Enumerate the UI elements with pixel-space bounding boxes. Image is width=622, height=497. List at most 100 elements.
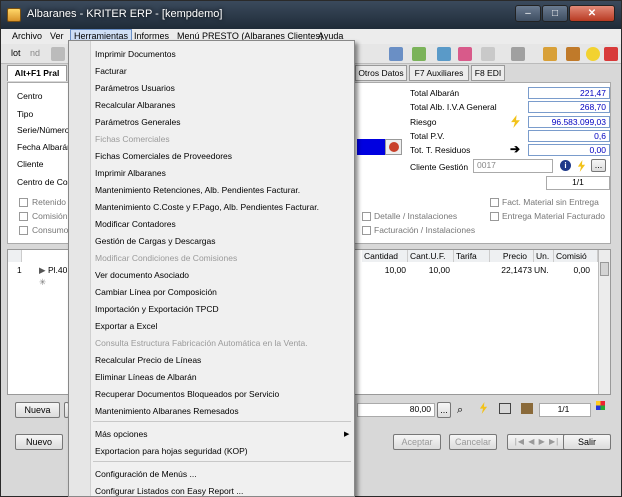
- nueva-button[interactable]: Nueva: [15, 402, 60, 418]
- menu-item-mant-retenciones[interactable]: Mantenimiento Retenciones, Alb. Pendient…: [95, 185, 300, 195]
- tabs-right: Otros Datos F7 Auxiliares F8 EDI: [355, 65, 505, 82]
- menu-item-recalcular-precio[interactable]: Recalcular Precio de Líneas: [95, 355, 201, 365]
- lightning-icon[interactable]: [577, 160, 586, 172]
- checkbox-detalle[interactable]: [362, 212, 371, 221]
- grid-header-un[interactable]: Un.: [534, 250, 554, 262]
- tab-auxiliares[interactable]: F7 Auxiliares: [409, 65, 469, 81]
- barcode-icon[interactable]: [499, 403, 511, 414]
- cell-precio[interactable]: 22,1473: [492, 265, 532, 275]
- new-row-marker[interactable]: ✳: [39, 277, 46, 288]
- menu-item-albaranes-remesados[interactable]: Mantenimiento Albaranes Remesados: [95, 406, 239, 416]
- info-circle-icon[interactable]: i: [560, 160, 571, 171]
- chain-icon[interactable]: [566, 47, 580, 61]
- value-total-pv: 0,6: [528, 130, 610, 142]
- menu-item-recalcular-albaranes[interactable]: Recalcular Albaranes: [95, 100, 175, 110]
- arrow-right-icon[interactable]: ➔: [510, 142, 520, 156]
- menu-item-fichas-proveedores[interactable]: Fichas Comerciales de Proveedores: [95, 151, 232, 161]
- checkbox-entrega-material[interactable]: [490, 212, 499, 221]
- scissors-icon[interactable]: [511, 47, 525, 61]
- tab-principal[interactable]: Alt+F1 Pral: [7, 65, 67, 81]
- windows-flag-icon[interactable]: [596, 401, 605, 410]
- cell-un[interactable]: UN.: [534, 265, 549, 275]
- grid-header-tarifa[interactable]: Tarifa: [454, 250, 490, 262]
- disk-icon[interactable]: [389, 47, 403, 61]
- label-riesgo: Riesgo: [410, 117, 437, 127]
- cancelar-button[interactable]: Cancelar: [449, 434, 497, 450]
- grid-vertical-scrollbar[interactable]: [598, 250, 610, 394]
- cell-cant-uf[interactable]: 10,00: [420, 265, 450, 275]
- label-centro: Centro: [17, 91, 43, 101]
- menu-item-eliminar-lineas[interactable]: Eliminar Líneas de Albarán: [95, 372, 197, 382]
- grid-header-cantidad[interactable]: Cantidad: [362, 250, 408, 262]
- nd-label[interactable]: nd: [30, 48, 40, 58]
- binoculars-icon[interactable]: ⌕: [457, 404, 463, 417]
- tab-otros-datos[interactable]: Otros Datos: [355, 65, 407, 81]
- checkbox-fact-material[interactable]: [490, 198, 499, 207]
- image-icon[interactable]: [458, 47, 472, 61]
- checkbox-facturacion[interactable]: [362, 226, 371, 235]
- client-selected-highlight: [357, 139, 385, 155]
- menu-item-modificar-contadores[interactable]: Modificar Contadores: [95, 219, 176, 229]
- menu-item-mant-ccoste[interactable]: Mantenimiento C.Coste y F.Pago, Alb. Pen…: [95, 202, 319, 212]
- client-lookup-button[interactable]: [385, 139, 402, 155]
- scrollbar-thumb[interactable]: [600, 262, 609, 276]
- label-serie: Serie/Número: [17, 125, 70, 135]
- menu-item-recuperar-bloqueados[interactable]: Recuperar Documentos Bloqueados por Serv…: [95, 389, 279, 399]
- menu-ver[interactable]: Ver: [47, 30, 67, 42]
- menu-item-parametros-generales[interactable]: Parámetros Generales: [95, 117, 181, 127]
- label-fecha: Fecha Albarán: [17, 142, 72, 152]
- pallet-icon[interactable]: [521, 403, 533, 414]
- input-cliente-gestion[interactable]: 0017: [473, 159, 553, 173]
- menu-item-parametros-usuarios[interactable]: Parámetros Usuarios: [95, 83, 175, 93]
- menu-archivo[interactable]: Archivo: [9, 30, 45, 42]
- menu-item-cambiar-linea[interactable]: Cambiar Línea por Composición: [95, 287, 217, 297]
- checkbox-comision[interactable]: [19, 212, 28, 221]
- menu-item-configuracion-menus[interactable]: Configuración de Menús ...: [95, 469, 197, 479]
- maximize-button[interactable]: □: [542, 5, 568, 22]
- menu-item-importacion-tpcd[interactable]: Importación y Exportación TPCD: [95, 304, 219, 314]
- menu-item-gestion-cargas[interactable]: Gestión de Cargas y Descargas: [95, 236, 215, 246]
- label-retenido: Retenido: [32, 197, 67, 207]
- checkbox-consumo[interactable]: [19, 226, 28, 235]
- cliente-gestion-more-button[interactable]: ...: [591, 159, 606, 172]
- lightning-icon[interactable]: [511, 115, 520, 128]
- grid-header-cant-uf[interactable]: Cant.U.F.: [408, 250, 454, 262]
- menu-item-mas-opciones[interactable]: Más opciones: [95, 429, 147, 439]
- lightning-icon[interactable]: [479, 402, 488, 414]
- menu-item-fichas-comerciales: Fichas Comerciales: [95, 134, 170, 144]
- menu-item-ver-documento[interactable]: Ver documento Asociado: [95, 270, 189, 280]
- cube-icon[interactable]: [437, 47, 451, 61]
- close-button[interactable]: ✕: [569, 5, 615, 22]
- record-navigator[interactable]: |◀ ◀ ▶ ▶|: [507, 434, 567, 450]
- total-more-button[interactable]: ...: [437, 402, 451, 418]
- row-select-arrow[interactable]: ▶: [39, 265, 46, 276]
- cell-cantidad[interactable]: 10,00: [376, 265, 406, 275]
- exit-icon[interactable]: [604, 47, 618, 61]
- label-detalle: Detalle / Instalaciones: [374, 211, 458, 221]
- grid-header-comision[interactable]: Comisió: [554, 250, 598, 262]
- lot-label[interactable]: lot: [11, 48, 21, 58]
- menu-separator: [93, 461, 351, 462]
- menu-item-exportar-excel[interactable]: Exportar a Excel: [95, 321, 157, 331]
- tab-edi[interactable]: F8 EDI: [471, 65, 505, 81]
- document-icon[interactable]: [412, 47, 426, 61]
- info-icon[interactable]: [51, 47, 65, 61]
- aceptar-button[interactable]: Aceptar: [393, 434, 441, 450]
- window-title: Albaranes - KRITER ERP - [kempdemo]: [27, 8, 223, 20]
- checkbox-retenido[interactable]: [19, 198, 28, 207]
- tabs-left: Alt+F1 Pral: [7, 65, 69, 82]
- menu-item-exportacion-kop[interactable]: Exportacion para hojas seguridad (KOP): [95, 446, 248, 456]
- salir-button[interactable]: Salir: [563, 434, 611, 450]
- print-icon[interactable]: [481, 47, 495, 61]
- label-cliente-gestion: Cliente Gestión: [410, 162, 469, 172]
- minimize-button[interactable]: –: [515, 5, 541, 22]
- menu-item-imprimir-albaranes[interactable]: Imprimir Albaranes: [95, 168, 166, 178]
- grid-header-precio[interactable]: Precio: [490, 250, 534, 262]
- nuevo-button[interactable]: Nuevo: [15, 434, 63, 450]
- menu-item-imprimir-documentos[interactable]: Imprimir Documentos: [95, 49, 176, 59]
- link-icon[interactable]: [543, 47, 557, 61]
- cell-comision[interactable]: 0,00: [568, 265, 590, 275]
- menu-item-easy-report[interactable]: Configurar Listados con Easy Report ...: [95, 486, 243, 496]
- menu-item-facturar[interactable]: Facturar: [95, 66, 127, 76]
- lightbulb-icon[interactable]: [586, 47, 600, 61]
